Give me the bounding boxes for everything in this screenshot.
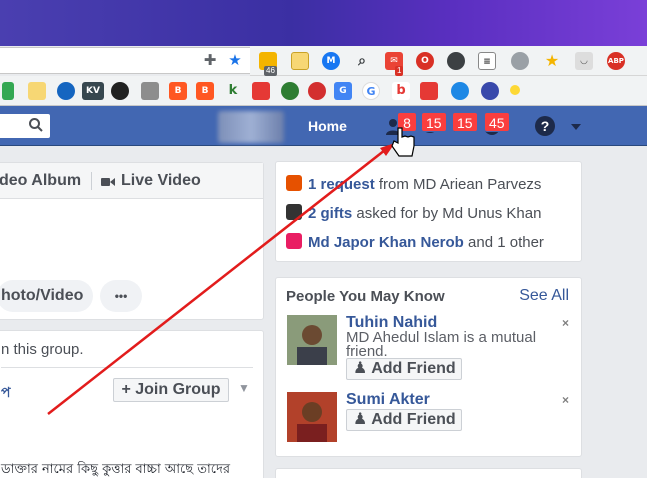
star-icon[interactable]: ★ [226,52,244,70]
extension-badge: 46 [264,66,277,76]
add-friend-icon: ♟ [353,411,372,428]
join-group-label: Join Group [135,381,221,398]
bookmark-star-icon[interactable]: ★ [543,52,561,70]
game-request-icon [286,175,302,191]
blogger-icon[interactable]: B [169,82,187,100]
bookmark-indigo-icon[interactable] [481,82,499,100]
photo-video-button[interactable]: hoto/Video [0,280,94,312]
add-friend-button[interactable]: ♟ Add Friend [346,358,462,380]
add-friend-button[interactable]: ♟ Add Friend [346,409,462,431]
pymk-title: People You May Know [286,288,445,305]
add-friend-icon: ♟ [353,360,372,377]
help-icon[interactable]: ? [535,116,555,136]
google-icon[interactable]: G [362,82,380,100]
browser-titlebar [0,0,647,46]
cat-icon[interactable]: ◡ [575,52,593,70]
blogger-2-icon[interactable]: B [196,82,214,100]
bookmark-green-icon[interactable] [2,82,14,100]
extensions-toolbar: 46 M ⌕ ✉ 1 O ≡ ★ ◡ ABP [250,46,647,76]
notification-link[interactable]: 1 request [308,176,375,193]
next-panel [275,468,582,478]
bookmark-globe-icon[interactable] [281,82,299,100]
bookmark-ball-icon[interactable] [308,82,326,100]
close-icon[interactable]: × [562,393,569,407]
bookmark-gray-icon[interactable] [141,82,159,100]
bookmark-kv-icon[interactable]: KV [82,82,104,100]
mutual-friend-text: MD Ahedul Islam is a mutual friend. [346,329,537,360]
friend-requests-badge: 8 [397,112,417,132]
video-camera-icon [101,178,115,186]
bookmark-dark-icon[interactable] [111,82,129,100]
bookmark-folder-icon[interactable] [28,82,46,100]
chevron-down-icon[interactable]: ▼ [238,381,250,395]
tab-separator [91,172,92,190]
tab-video-album[interactable]: deo Album [0,172,81,190]
bulb-icon[interactable] [511,52,529,70]
divider [1,367,253,368]
facebook-topbar: Home 8 15 15 45 ? [0,106,647,146]
document-icon[interactable]: ≡ [478,52,496,70]
notification-text: asked for by Md Unus Khan [352,205,542,222]
composer-tabs: deo Album Live Video [0,163,263,199]
notification-link[interactable]: Md Japor Khan Nerob [308,234,464,251]
puzzle-icon[interactable]: ✚ [201,52,219,70]
chevron-down-icon[interactable] [571,124,581,130]
bookmarks-bar: KV B B k G G b [0,76,647,106]
people-you-may-know-panel: People You May Know See All Tuhin Nahid … [275,277,582,457]
adblock-icon[interactable]: ABP [607,52,625,70]
post-text: ডাক্তার নামের কিছু কুত্তার বাচ্চা আছে তা… [1,462,231,477]
see-all-link[interactable]: See All [519,287,569,305]
post-composer: deo Album Live Video hoto/Video ••• [0,162,264,320]
bookmark-circle-icon[interactable] [57,82,75,100]
other-badge: 45 [484,112,510,132]
bookmark-b-icon[interactable]: b [392,82,410,100]
translate-icon[interactable]: G [334,82,352,100]
notifications-panel: 1 request from MD Ariean Parvezs 2 gifts… [275,161,582,262]
notification-row[interactable]: 2 gifts asked for by Md Unus Khan [286,204,541,222]
notifications-badge: 15 [452,112,478,132]
opera-icon[interactable]: O [416,52,434,70]
group-note: n this group. [1,341,84,358]
m-extension-icon[interactable]: M [322,52,340,70]
notification-row[interactable]: 1 request from MD Ariean Parvezs [286,175,541,193]
gmail-badge: 1 [395,66,404,76]
address-bar[interactable]: ✚ ★ [0,47,250,74]
join-group-button[interactable]: + Join Group [113,378,229,402]
speed-icon[interactable] [447,52,465,70]
avatar[interactable] [287,392,337,442]
notes-icon[interactable] [291,52,309,70]
notification-row[interactable]: Md Japor Khan Nerob and 1 other [286,233,544,251]
magnifier-icon[interactable]: ⌕ [353,52,371,70]
plus-icon: + [121,381,136,398]
search-input[interactable] [0,114,50,138]
tab-live-video[interactable]: Live Video [121,172,201,190]
notification-text: and 1 other [463,234,544,251]
add-friend-label: Add Friend [371,411,456,428]
bookmark-yellow-icon[interactable] [510,85,520,95]
avatar[interactable] [287,315,337,365]
bookmark-red-2-icon[interactable] [420,82,438,100]
person-name[interactable]: Sumi Akter [346,391,430,409]
more-options-button[interactable]: ••• [100,280,142,312]
bookmark-red-icon[interactable] [252,82,270,100]
bookmark-k-icon[interactable]: k [224,82,242,100]
close-icon[interactable]: × [562,316,569,330]
profile-avatar[interactable] [218,111,284,143]
bookmark-blue-icon[interactable] [451,82,469,100]
gift-icon [286,204,302,220]
notification-link[interactable]: 2 gifts [308,205,352,222]
search-icon[interactable] [28,117,44,133]
app-icon [286,233,302,249]
notification-text: from MD Ariean Parvezs [374,176,542,193]
group-name-fragment[interactable]: প [1,381,11,405]
group-panel: n this group. প + Join Group ▼ ডাক্তার ন… [0,330,264,478]
add-friend-label: Add Friend [371,360,456,377]
messages-badge: 15 [421,112,447,132]
home-link[interactable]: Home [308,118,347,134]
